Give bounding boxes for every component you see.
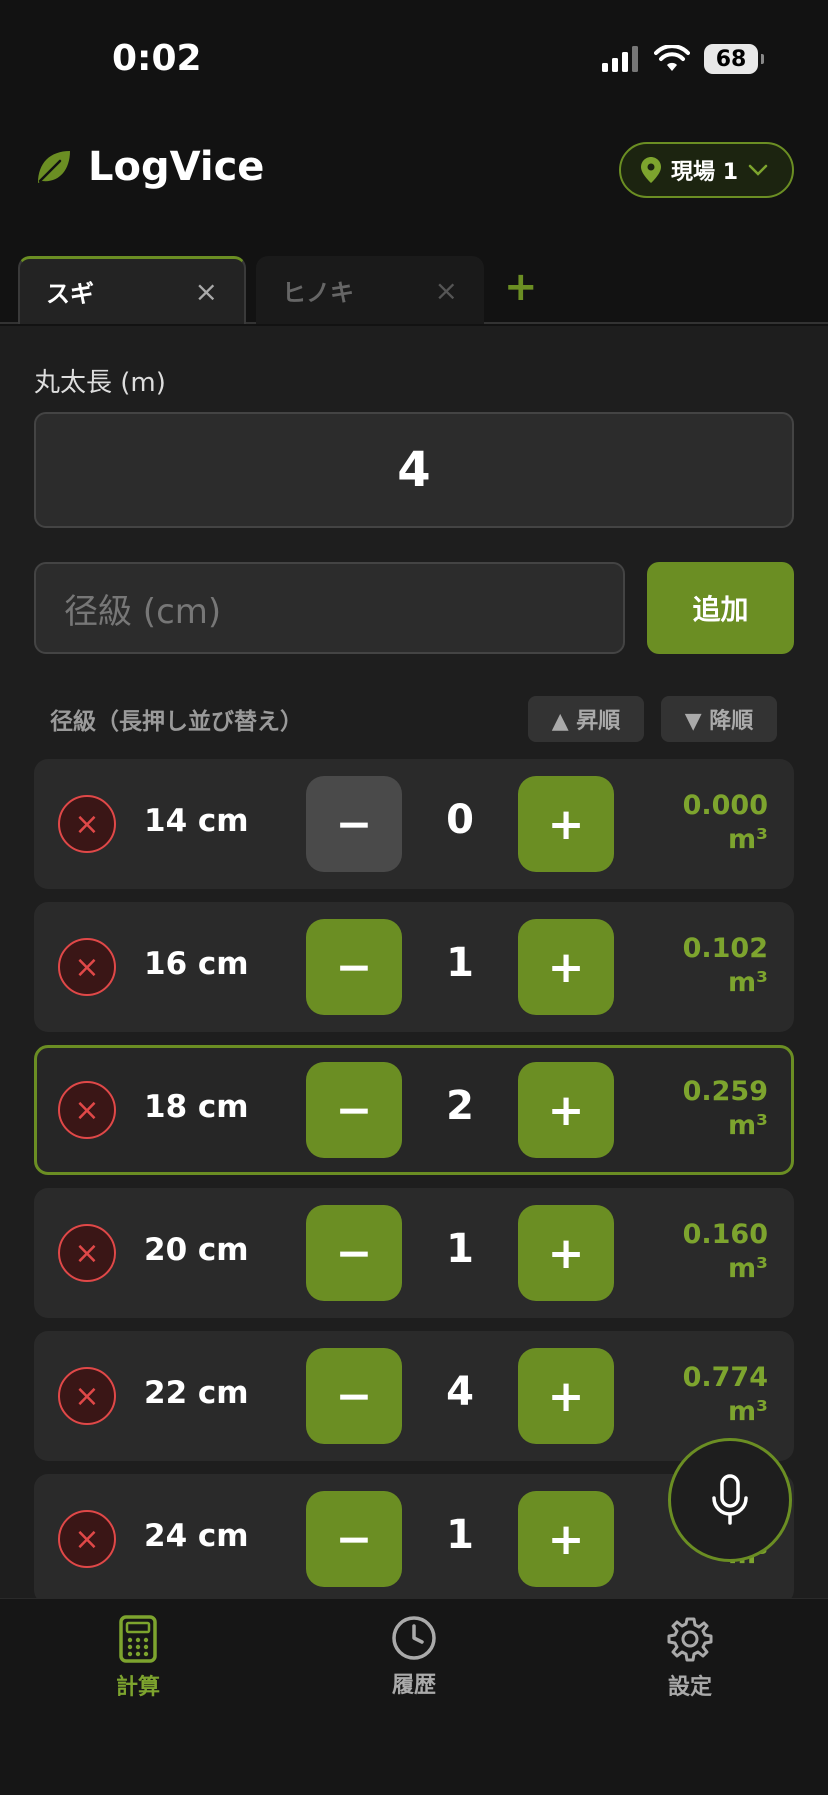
diameter-input[interactable]: 径級 (cm): [34, 562, 625, 654]
status-time: 0:02: [112, 38, 202, 79]
site-selector-label: 現場 1: [671, 160, 738, 185]
nav-calculate[interactable]: 計算: [58, 1615, 218, 1701]
increment-button[interactable]: +: [518, 1348, 614, 1444]
close-icon[interactable]: ×: [435, 274, 458, 307]
sort-ascending-button[interactable]: ▲ 昇順: [528, 696, 644, 742]
log-count: 4: [446, 1369, 474, 1415]
add-tab-button[interactable]: +: [504, 264, 538, 310]
log-count: 1: [446, 940, 474, 986]
tab-label: スギ: [46, 280, 94, 308]
nav-settings[interactable]: 設定: [610, 1615, 770, 1701]
decrement-button[interactable]: −: [306, 1348, 402, 1444]
delete-row-button[interactable]: ×: [58, 795, 116, 853]
delete-row-button[interactable]: ×: [58, 1081, 116, 1139]
decrement-button[interactable]: −: [306, 1205, 402, 1301]
clock-icon: [392, 1616, 436, 1660]
app-logo: LogVice: [34, 144, 264, 190]
voice-input-button[interactable]: [668, 1438, 792, 1562]
diameter-row: × 18 cm − 2 + 0.259 m³: [34, 1045, 794, 1175]
diameter-list-label: 径級（長押し並び替え）: [50, 709, 303, 735]
wifi-icon: [654, 45, 690, 71]
status-icons: 68: [602, 44, 764, 74]
length-label: 丸太長 (m): [34, 368, 166, 398]
app-header: LogVice 現場 1: [0, 130, 828, 210]
volume-value: 0.774 m³: [682, 1362, 768, 1427]
diameter-row: × 16 cm − 1 + 0.102 m³: [34, 902, 794, 1032]
nav-label: 履歴: [391, 1673, 436, 1698]
volume-value: 0.259 m³: [682, 1076, 768, 1141]
diameter-row: × 20 cm − 1 + 0.160 m³: [34, 1188, 794, 1318]
battery-indicator: 68: [704, 44, 764, 74]
delete-row-button[interactable]: ×: [58, 938, 116, 996]
signal-icon: [602, 46, 638, 72]
diameter-size: 14 cm: [144, 803, 249, 839]
increment-button[interactable]: +: [518, 919, 614, 1015]
species-tabs: スギ × ヒノキ × +: [0, 254, 828, 324]
calculator-icon: [119, 1615, 157, 1663]
delete-row-button[interactable]: ×: [58, 1510, 116, 1568]
diameter-size: 16 cm: [144, 946, 249, 982]
leaf-icon: [38, 151, 70, 183]
nav-label: 計算: [115, 1675, 160, 1700]
nav-history[interactable]: 履歴: [334, 1615, 494, 1699]
decrement-button[interactable]: −: [306, 1491, 402, 1587]
bottom-navigation: 計算 履歴 設定: [0, 1598, 828, 1795]
log-count: 1: [446, 1226, 474, 1272]
increment-button[interactable]: +: [518, 1062, 614, 1158]
diameter-size: 20 cm: [144, 1232, 249, 1268]
sort-descending-button[interactable]: ▼ 降順: [661, 696, 777, 742]
log-count: 2: [446, 1083, 474, 1129]
diameter-row: × 14 cm − 0 + 0.000 m³: [34, 759, 794, 889]
tab-label: ヒノキ: [282, 278, 354, 307]
length-input[interactable]: 4: [34, 412, 794, 528]
tab-hinoki[interactable]: ヒノキ ×: [256, 256, 484, 324]
tab-sugi[interactable]: スギ ×: [18, 256, 246, 324]
nav-label: 設定: [667, 1675, 712, 1700]
diameter-size: 24 cm: [144, 1518, 249, 1554]
delete-row-button[interactable]: ×: [58, 1224, 116, 1282]
location-pin-icon: [641, 157, 662, 183]
app-name: LogVice: [88, 144, 265, 190]
add-button[interactable]: 追加: [647, 562, 794, 654]
diameter-size: 18 cm: [144, 1089, 249, 1125]
diameter-row: × 22 cm − 4 + 0.774 m³: [34, 1331, 794, 1461]
diameter-size: 22 cm: [144, 1375, 249, 1411]
delete-row-button[interactable]: ×: [58, 1367, 116, 1425]
increment-button[interactable]: +: [518, 776, 614, 872]
log-count: 1: [446, 1512, 474, 1558]
chevron-down-icon: [748, 164, 768, 176]
decrement-button[interactable]: −: [306, 776, 402, 872]
volume-value: 0.000 m³: [682, 790, 768, 855]
increment-button[interactable]: +: [518, 1205, 614, 1301]
decrement-button[interactable]: −: [306, 1062, 402, 1158]
increment-button[interactable]: +: [518, 1491, 614, 1587]
close-icon[interactable]: ×: [195, 275, 218, 308]
volume-value: 0.102 m³: [682, 933, 768, 998]
site-selector[interactable]: 現場 1: [619, 142, 794, 198]
microphone-icon: [712, 1474, 748, 1525]
volume-value: 0.160 m³: [682, 1219, 768, 1284]
status-bar: 0:02 68: [0, 0, 828, 120]
log-count: 0: [446, 797, 474, 843]
decrement-button[interactable]: −: [306, 919, 402, 1015]
gear-icon: [667, 1617, 713, 1662]
calculator-panel: 丸太長 (m) 4 径級 (cm) 追加 径級（長押し並び替え） ▲ 昇順 ▼ …: [0, 326, 828, 1598]
